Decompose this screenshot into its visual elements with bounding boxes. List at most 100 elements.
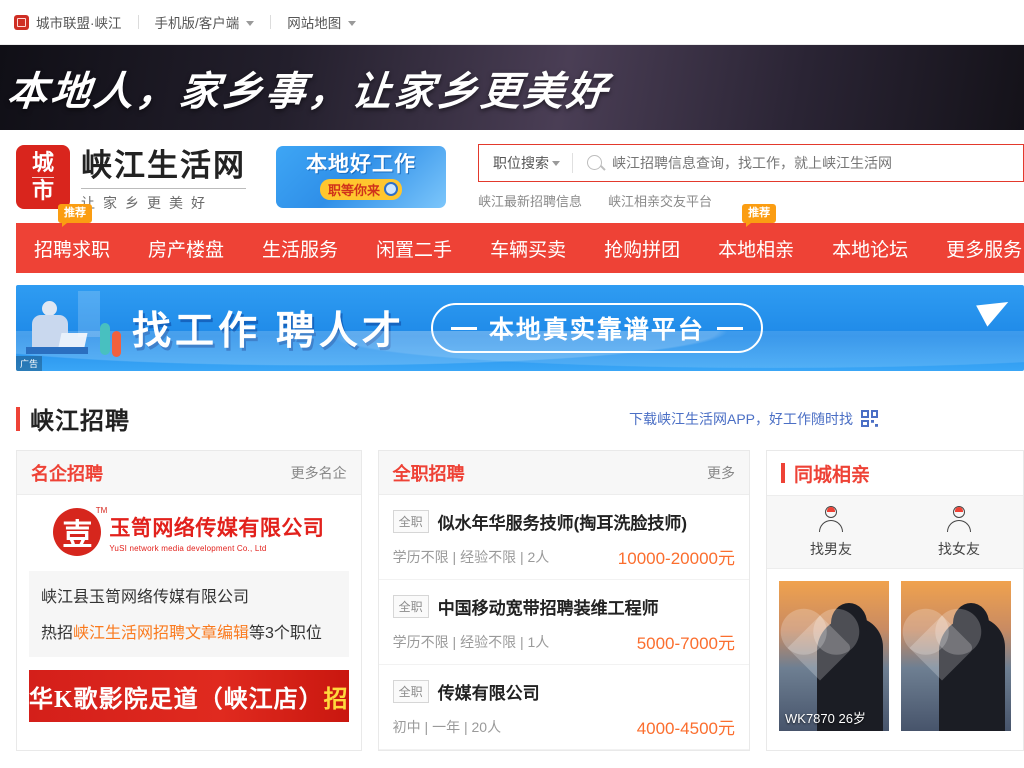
table-row[interactable]: 全职 似水年华服务技师(掏耳洗脸技师) 学历不限 | 经验不限 | 2人 100… [378, 495, 749, 580]
logo-stamp-top: 城 [31, 150, 54, 176]
topbar-brand[interactable]: 城市联盟·峡江 [36, 12, 122, 32]
famous-companies-more-link[interactable]: 更多名企 [291, 463, 347, 483]
illustration-head [42, 301, 57, 316]
chevron-down-icon [246, 20, 255, 26]
chevron-down-icon [348, 20, 357, 26]
table-row[interactable]: 全职 中国移动宽带招聘装维工程师 学历不限 | 经验不限 | 1人 5000-7… [378, 580, 749, 665]
company-name: 峡江县玉笥网络传媒有限公司 [41, 589, 250, 606]
company-red-banner-text: 华K歌影院足道（峡江店）招 [29, 679, 349, 714]
nav-item-more[interactable]: 更多服务 [946, 235, 1022, 262]
job-row-bottom: 初中 | 一年 | 20人 4000-4500元 [393, 714, 735, 739]
city-stamp-icon [14, 14, 29, 30]
tab-find-boyfriend-label: 找男友 [810, 540, 852, 557]
nav-item-services[interactable]: 生活服务 [262, 235, 338, 262]
nav-item-groupbuy[interactable]: 抢购拼团 [604, 235, 680, 262]
nav-item-dating-label: 本地相亲 [718, 239, 795, 261]
search-category-select[interactable]: 职位搜索 [479, 153, 572, 173]
header-ad-banner[interactable]: 本地好工作 职等你来 [276, 145, 446, 208]
company-hot-job-link[interactable]: 峡江生活网招聘文章编辑 [73, 625, 249, 642]
nav-item-jobs-label: 招聘求职 [34, 239, 111, 261]
job-salary: 4000-4500元 [636, 719, 735, 738]
chevron-down-icon [552, 161, 560, 166]
nav-item-jobs[interactable]: 推荐 招聘求职 [34, 203, 111, 262]
nav-item-vehicles-label: 车辆买卖 [490, 239, 567, 261]
app-download-label: 下载峡江生活网APP，好工作随时找 [628, 410, 853, 427]
fulltime-jobs-title: 全职招聘 [392, 463, 465, 484]
nav-item-services-label: 生活服务 [262, 239, 339, 261]
job-title[interactable]: 中国移动宽带招聘装维工程师 [438, 594, 659, 619]
header-ad-line1: 本地好工作 [306, 152, 416, 176]
company-logo[interactable]: TM 玉笥网络传媒有限公司 YuSI network media develop… [17, 495, 361, 561]
logo-title: 峡江生活网 [81, 140, 246, 189]
section-header: 峡江招聘 下载峡江生活网APP，好工作随时找 [16, 401, 1024, 436]
dash-decoration [716, 326, 743, 330]
page-root: 城市联盟·峡江 手机版/客户端 网站地图 本地人，家乡事，让家乡更美好 城 市 … [0, 0, 1024, 751]
company-logo-name-cn: 玉笥网络传媒有限公司 [109, 516, 325, 540]
hot-link-jobs[interactable]: 峡江最新招聘信息 [478, 191, 582, 210]
tab-find-girlfriend[interactable]: 找女友 [909, 505, 1009, 559]
profile-caption: WK7870 26岁 [785, 711, 866, 726]
nav-item-groupbuy-label: 抢购拼团 [604, 239, 681, 261]
job-ad-banner[interactable]: 找工作 聘人才 本地真实靠谱平台 广告 [16, 285, 1024, 371]
company-hot-prefix: 热招 [41, 625, 74, 642]
job-title[interactable]: 似水年华服务技师(掏耳洗脸技师) [438, 509, 687, 534]
matchmaking-title: 同城相亲 [794, 464, 871, 486]
topbar-divider-2 [270, 15, 272, 29]
nav-item-forum[interactable]: 本地论坛 [832, 235, 908, 262]
topbar-divider-1 [137, 15, 139, 29]
fulltime-jobs-more-link[interactable]: 更多 [707, 463, 735, 483]
company-logo-name-en: YuSI network media development Co., Ltd [109, 543, 267, 553]
job-type-tag: 全职 [392, 510, 429, 533]
nav-item-dating[interactable]: 推荐 本地相亲 [718, 203, 795, 262]
slogan-text: 本地人，家乡事，让家乡更美好 [5, 68, 612, 114]
fulltime-jobs-card: 全职招聘 更多 全职 似水年华服务技师(掏耳洗脸技师) 学历不限 | 经验不限 … [377, 450, 750, 751]
tab-find-girlfriend-label: 找女友 [938, 540, 980, 557]
famous-companies-header: 名企招聘 更多名企 [17, 451, 361, 495]
job-row-top: 全职 传媒有限公司 [392, 679, 735, 704]
job-type-tag: 全职 [392, 680, 429, 703]
job-row-top: 全职 似水年华服务技师(掏耳洗脸技师) [392, 509, 735, 534]
topbar-brand-label: 城市联盟·峡江 [36, 16, 122, 31]
nav-item-realestate[interactable]: 房产楼盘 [148, 235, 224, 262]
nav-item-secondhand[interactable]: 闲置二手 [376, 235, 452, 262]
nav-item-secondhand-label: 闲置二手 [376, 239, 453, 261]
nav-badge-recommend: 推荐 [58, 203, 92, 227]
job-title[interactable]: 传媒有限公司 [438, 679, 540, 704]
hot-link-dating[interactable]: 峡江相亲交友平台 [608, 191, 712, 210]
list-item[interactable]: WK7870 26岁 [779, 581, 889, 731]
company-red-banner[interactable]: 华K歌影院足道（峡江店）招 [29, 670, 349, 722]
matchmaking-header: 同城相亲 [767, 451, 1023, 495]
search-divider [572, 152, 573, 173]
header-ad-line2: 职等你来 [319, 178, 402, 200]
job-row-top: 全职 中国移动宽带招聘装维工程师 [392, 594, 735, 619]
topbar-item-sitemap[interactable]: 网站地图 [287, 12, 357, 32]
illustration-desk [26, 347, 88, 354]
company-info[interactable]: 峡江县玉笥网络传媒有限公司 热招峡江生活网招聘文章编辑等3个职位 [29, 571, 349, 657]
dash-decoration [450, 326, 477, 330]
topbar-item-mobile[interactable]: 手机版/客户端 [155, 12, 255, 32]
page-title: 峡江招聘 [16, 401, 130, 436]
tab-find-boyfriend[interactable]: 找男友 [781, 505, 881, 559]
list-item[interactable] [901, 581, 1011, 731]
site-logo[interactable]: 城 市 峡江生活网 让家乡更美好 [16, 140, 246, 213]
nav-item-vehicles[interactable]: 车辆买卖 [490, 235, 566, 262]
famous-companies-card: 名企招聘 更多名企 TM 玉笥网络传媒有限公司 YuSI network med… [16, 450, 362, 751]
job-meta: 初中 | 一年 | 20人 [392, 718, 502, 735]
company-hot-jobs: 热招峡江生活网招聘文章编辑等3个职位 [41, 619, 337, 643]
red-banner-yellow-text: 招 [323, 686, 349, 713]
profile-caption [901, 723, 1011, 731]
job-row-bottom: 学历不限 | 经验不限 | 2人 10000-20000元 [393, 544, 735, 569]
logo-stamp-bottom: 市 [31, 176, 54, 203]
app-download-link[interactable]: 下载峡江生活网APP，好工作随时找 [629, 409, 878, 429]
qr-code-icon [861, 410, 878, 427]
main-nav: 推荐 招聘求职 房产楼盘 生活服务 闲置二手 车辆买卖 抢购拼团 推荐 本地相亲 [16, 203, 1024, 273]
logo-words: 峡江生活网 让家乡更美好 [81, 140, 246, 213]
building-icon [78, 291, 100, 337]
search-input[interactable] [612, 144, 1023, 181]
main-content: 名企招聘 更多名企 TM 玉笥网络传媒有限公司 YuSI network med… [16, 450, 1024, 751]
table-row[interactable]: 全职 传媒有限公司 初中 | 一年 | 20人 4000-4500元 [378, 665, 749, 750]
search-bar: 职位搜索 [478, 143, 1024, 182]
nav-item-more-label: 更多服务 [946, 239, 1023, 261]
nav-item-realestate-label: 房产楼盘 [148, 239, 225, 261]
site-header: 城 市 峡江生活网 让家乡更美好 本地好工作 职等你来 职位搜索 峡江招聘信息查… [0, 130, 1024, 223]
